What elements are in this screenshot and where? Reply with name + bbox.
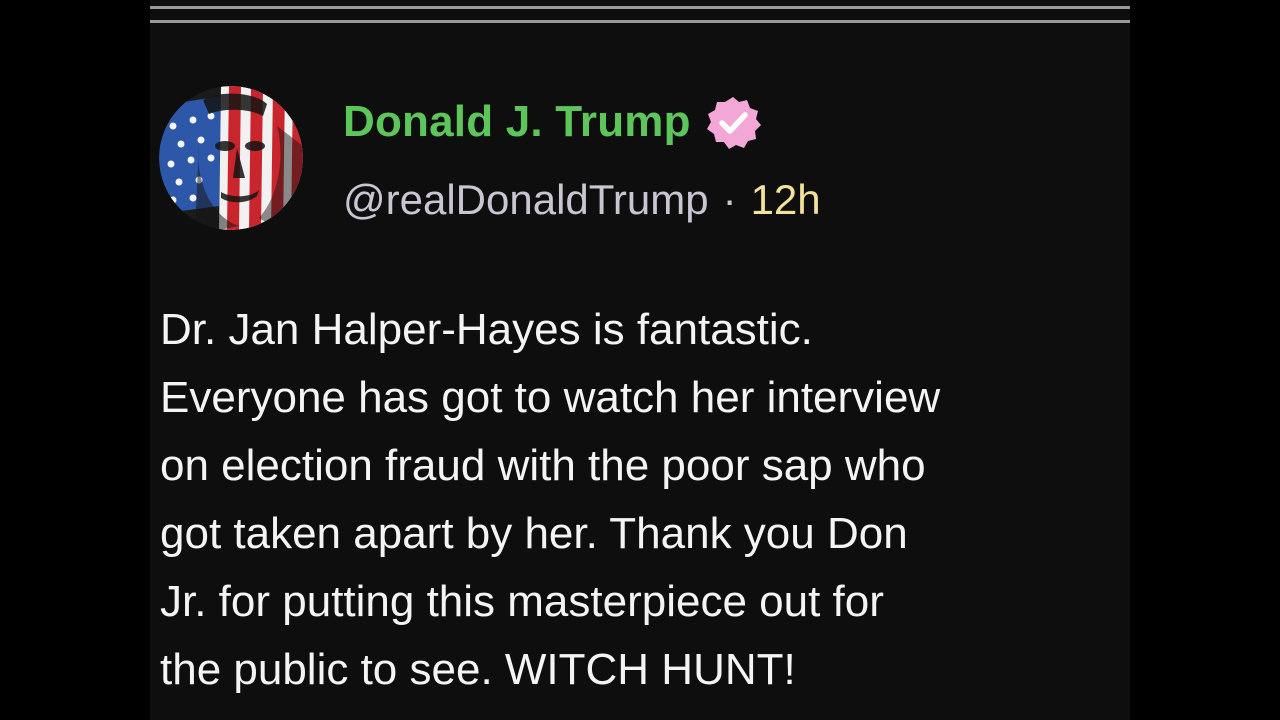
post-card: Donald J. Trump @realDonaldTrump · 12h D… [150,0,1130,720]
post-text-line: Dr. Jan Halper-Hayes is fantastic. [160,305,813,354]
post-text-line: on election fraud with the poor sap who [160,441,926,490]
author-handle[interactable]: @realDonaldTrump [343,176,709,224]
author-name-row: Donald J. Trump [343,92,761,152]
top-divider [150,6,1130,9]
post-text-line: Everyone has got to watch her interview [160,373,941,422]
author-display-name[interactable]: Donald J. Trump [343,97,691,147]
post-text-line: got taken apart by her. Thank you Don [160,509,908,558]
post-timestamp[interactable]: 12h [751,176,821,224]
top-divider-secondary [150,20,1130,23]
post-text-line: Jr. for putting this masterpiece out for [160,577,884,626]
meta-separator: · [722,176,737,223]
author-handle-row: @realDonaldTrump · 12h [343,172,821,228]
flag-portrait-avatar [159,86,303,230]
post-body: Dr. Jan Halper-Hayes is fantastic. Every… [160,296,1130,704]
avatar[interactable] [159,86,303,230]
verified-badge-icon [705,94,761,150]
post-text-line: the public to see. WITCH HUNT! [160,645,796,694]
